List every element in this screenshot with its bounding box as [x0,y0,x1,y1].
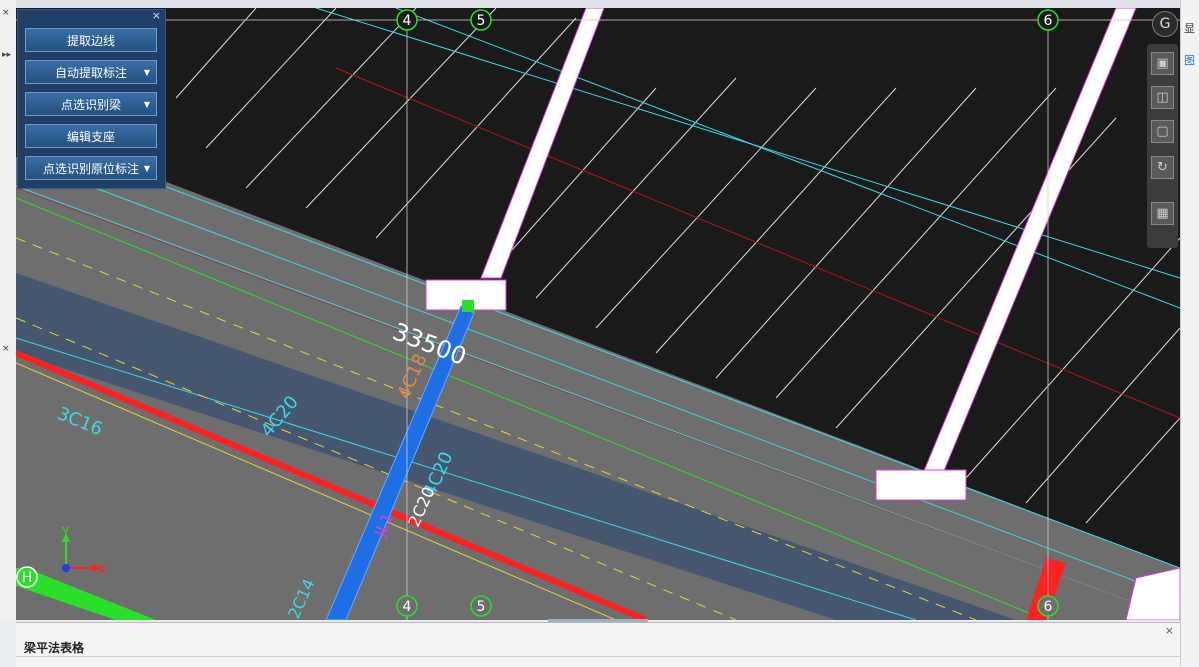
axis-label-top-5: 5 [477,13,486,29]
divider [16,656,1180,657]
cad-drawing[interactable]: 4 5 6 4 5 6 H 33500 4C18 4C20 4C20 3C16 … [16,8,1180,620]
right-side-strip: 显 图 [1180,0,1199,666]
pick-identify-inplace-annotation-button[interactable]: 点选识别原位标注 ▼ [25,156,157,180]
iso-view-icon[interactable]: ◫ [1151,86,1174,109]
left-close-icon[interactable]: × [2,8,10,18]
axis-label-bottom-6: 6 [1044,599,1053,615]
axis-bubble-left-h: H [16,566,38,588]
axis-label-bottom-5: 5 [477,599,486,615]
axis-label-bottom-4: 4 [403,599,412,615]
axis-bubble-top-5: 5 [470,9,492,31]
axis-bubble-top-6: 6 [1037,9,1059,31]
chevron-down-icon[interactable]: ▼ [144,157,150,181]
extract-edge-label: 提取边线 [66,34,115,48]
view-cube-icon[interactable]: G [1152,11,1178,37]
left-close-icon-2[interactable]: × [2,344,10,354]
axis-bubble-top-4: 4 [396,9,418,31]
bottom-panel-title: 梁平法表格 [24,641,85,655]
axis-label-left-h: H [22,570,33,586]
box-view-icon[interactable]: ▢ [1151,120,1174,143]
pick-identify-beam-label: 点选识别梁 [60,98,121,112]
bottom-panel-close-icon[interactable]: × [1165,624,1174,637]
left-expand-icon[interactable]: ▸▸ [2,50,11,60]
axis-bubble-bottom-5: 5 [470,595,492,617]
extract-edge-button[interactable]: 提取边线 [25,28,157,52]
pick-identify-inplace-annotation-label: 点选识别原位标注 [42,162,139,176]
chevron-down-icon[interactable]: ▼ [144,93,150,117]
auto-extract-annotation-label: 自动提取标注 [54,66,127,80]
tool-panel: × 提取边线 自动提取标注 ▼ 点选识别梁 ▼ 编辑支座 点选识别原位标注 ▼ [17,9,166,189]
ucs-y-label: Y [61,525,70,539]
axis-bubble-bottom-6: 6 [1037,595,1059,617]
grid-view-icon[interactable]: ▦ [1151,202,1174,225]
edit-support-button[interactable]: 编辑支座 [25,124,157,148]
bottom-panel: 梁平法表格 × [16,622,1180,667]
axis-label-top-4: 4 [403,13,412,29]
axis-label-top-6: 6 [1044,13,1053,29]
selection-grip [462,300,474,312]
chevron-down-icon[interactable]: ▼ [144,61,150,85]
view-toolbar: ▣ ◫ ▢ ↻ ▦ [1147,44,1178,248]
top-bar [16,0,1180,8]
top-view-icon[interactable]: ▣ [1151,52,1174,75]
auto-extract-annotation-button[interactable]: 自动提取标注 ▼ [25,60,157,84]
pick-identify-beam-button[interactable]: 点选识别梁 ▼ [25,92,157,116]
view-cube-label: G [1159,16,1171,32]
edit-support-label: 编辑支座 [66,130,115,144]
right-strip-label-2[interactable]: 图 [1184,52,1195,68]
ucs-x-label: X [98,563,106,577]
rotate-icon[interactable]: ↻ [1151,156,1174,179]
axis-bubble-bottom-4: 4 [396,595,418,617]
left-side-strip: × ▸▸ × [0,0,17,620]
right-strip-label-1[interactable]: 显 [1184,20,1195,36]
cad-canvas[interactable]: 4 5 6 4 5 6 H 33500 4C18 4C20 4C20 3C16 … [16,8,1180,620]
tool-panel-close-icon[interactable]: × [152,9,161,22]
